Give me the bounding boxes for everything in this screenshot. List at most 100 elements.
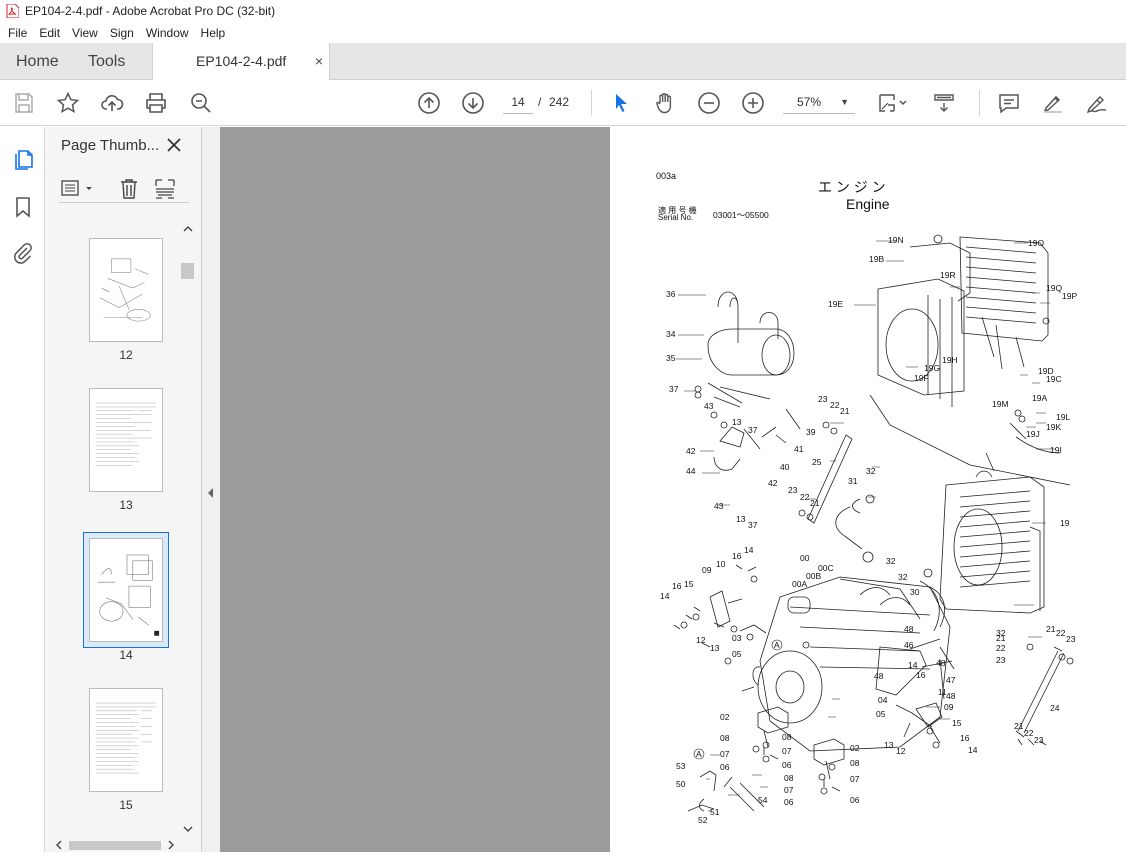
thumbnail-page-14[interactable] (89, 538, 163, 642)
svg-text:14: 14 (744, 545, 754, 555)
tab-document[interactable]: EP104-2-4.pdf × (152, 43, 330, 80)
svg-text:19E: 19E (828, 299, 843, 309)
highlight-pen-icon[interactable] (1041, 91, 1065, 115)
svg-text:19N: 19N (888, 235, 904, 245)
svg-text:37: 37 (748, 425, 758, 435)
svg-text:07: 07 (782, 746, 792, 756)
svg-text:07: 07 (784, 785, 794, 795)
svg-text:09: 09 (944, 702, 954, 712)
tab-tools[interactable]: Tools (88, 43, 125, 80)
menu-edit[interactable]: Edit (33, 26, 66, 40)
svg-text:42: 42 (686, 446, 696, 456)
svg-text:40: 40 (780, 462, 790, 472)
svg-text:19C: 19C (1046, 374, 1062, 384)
thumbnail-options-icon[interactable] (61, 179, 95, 199)
toolbar-divider (591, 90, 592, 116)
thumbnail-label: 15 (119, 798, 133, 812)
svg-text:06: 06 (720, 762, 730, 772)
save-icon[interactable] (12, 91, 36, 115)
svg-text:05: 05 (876, 709, 886, 719)
page-layout-icon[interactable] (154, 178, 176, 200)
scroll-mode-icon[interactable] (932, 91, 956, 115)
svg-text:36: 36 (666, 289, 676, 299)
svg-text:00B: 00B (806, 571, 821, 581)
upload-cloud-icon[interactable] (100, 91, 124, 115)
collapse-panel-handle[interactable] (202, 127, 220, 852)
svg-text:24: 24 (1050, 703, 1060, 713)
svg-text:19K: 19K (1046, 422, 1061, 432)
svg-text:23: 23 (818, 394, 828, 404)
thumbnail-scrollbar[interactable] (180, 221, 196, 843)
svg-text:19: 19 (1060, 518, 1070, 528)
svg-text:37: 37 (748, 520, 758, 530)
svg-text:21: 21 (810, 498, 820, 508)
print-icon[interactable] (144, 91, 168, 115)
svg-text:21: 21 (1014, 721, 1024, 731)
select-cursor-icon[interactable] (609, 91, 633, 115)
svg-text:32: 32 (886, 556, 896, 566)
menu-bar: File Edit View Sign Window Help (0, 22, 1126, 43)
thumbnail-page-15[interactable] (89, 688, 163, 792)
previous-page-icon[interactable] (417, 91, 441, 115)
thumbnail-page-13[interactable] (89, 388, 163, 492)
svg-text:19F: 19F (914, 373, 929, 383)
hand-tool-icon[interactable] (653, 91, 677, 115)
left-rail (0, 127, 45, 852)
chevron-down-icon: ▼ (840, 97, 849, 107)
zoom-search-icon[interactable] (189, 91, 213, 115)
menu-view[interactable]: View (66, 26, 104, 40)
svg-text:21: 21 (996, 633, 1006, 643)
horizontal-scrollbar[interactable] (55, 839, 185, 851)
close-icon[interactable] (165, 135, 183, 155)
page-separator: / (538, 95, 542, 109)
zoom-in-icon[interactable] (741, 91, 765, 115)
comment-icon[interactable] (997, 91, 1021, 115)
thumbnail-page-12[interactable] (89, 238, 163, 342)
star-icon[interactable] (56, 91, 80, 115)
bookmark-icon[interactable] (11, 195, 35, 219)
panel-title: Page Thumb... (61, 137, 160, 154)
toolbar: 14 / 242 57% ▼ (0, 80, 1126, 126)
zoom-out-icon[interactable] (697, 91, 721, 115)
svg-text:14: 14 (908, 660, 918, 670)
svg-text:43: 43 (714, 501, 724, 511)
delete-trash-icon[interactable] (119, 178, 139, 200)
menu-window[interactable]: Window (140, 26, 195, 40)
svg-text:13: 13 (710, 643, 720, 653)
menu-file[interactable]: File (2, 26, 33, 40)
svg-text:48: 48 (904, 624, 914, 634)
close-tab-button[interactable]: × (315, 43, 323, 80)
svg-text:13: 13 (736, 514, 746, 524)
tab-home[interactable]: Home (16, 43, 59, 80)
page-number-input[interactable]: 14 (503, 90, 533, 114)
svg-text:23: 23 (996, 655, 1006, 665)
page-thumbnails-icon[interactable] (11, 148, 35, 172)
svg-text:16: 16 (732, 551, 742, 561)
svg-text:06: 06 (784, 797, 794, 807)
svg-text:07: 07 (720, 749, 730, 759)
attachment-paperclip-icon[interactable] (11, 241, 35, 265)
zoom-level-select[interactable]: 57% ▼ (783, 90, 855, 114)
svg-text:12: 12 (696, 635, 706, 645)
fit-page-icon[interactable] (876, 91, 910, 115)
svg-text:52: 52 (698, 815, 708, 825)
svg-text:34: 34 (666, 329, 676, 339)
svg-text:22: 22 (996, 643, 1006, 653)
svg-text:10: 10 (716, 559, 726, 569)
svg-text:44: 44 (686, 466, 696, 476)
sign-pen-icon[interactable] (1085, 91, 1109, 115)
engine-exploded-diagram: 19N19B19R 19O19E19Q 19P19H19G 19F19D19C … (660, 234, 1077, 825)
svg-text:15: 15 (684, 579, 694, 589)
pdf-page[interactable]: 003a エ ン ジ ン Engine 適 用 号 機 Serial No. 0… (610, 127, 1126, 852)
svg-text:13: 13 (732, 417, 742, 427)
svg-text:19P: 19P (1062, 291, 1077, 301)
svg-text:37: 37 (669, 384, 679, 394)
menu-sign[interactable]: Sign (104, 26, 140, 40)
next-page-icon[interactable] (461, 91, 485, 115)
svg-text:09: 09 (702, 565, 712, 575)
menu-help[interactable]: Help (195, 26, 232, 40)
svg-text:35: 35 (666, 353, 676, 363)
zoom-level-value: 57% (797, 95, 822, 109)
svg-text:32: 32 (866, 466, 876, 476)
svg-text:00A: 00A (792, 579, 807, 589)
